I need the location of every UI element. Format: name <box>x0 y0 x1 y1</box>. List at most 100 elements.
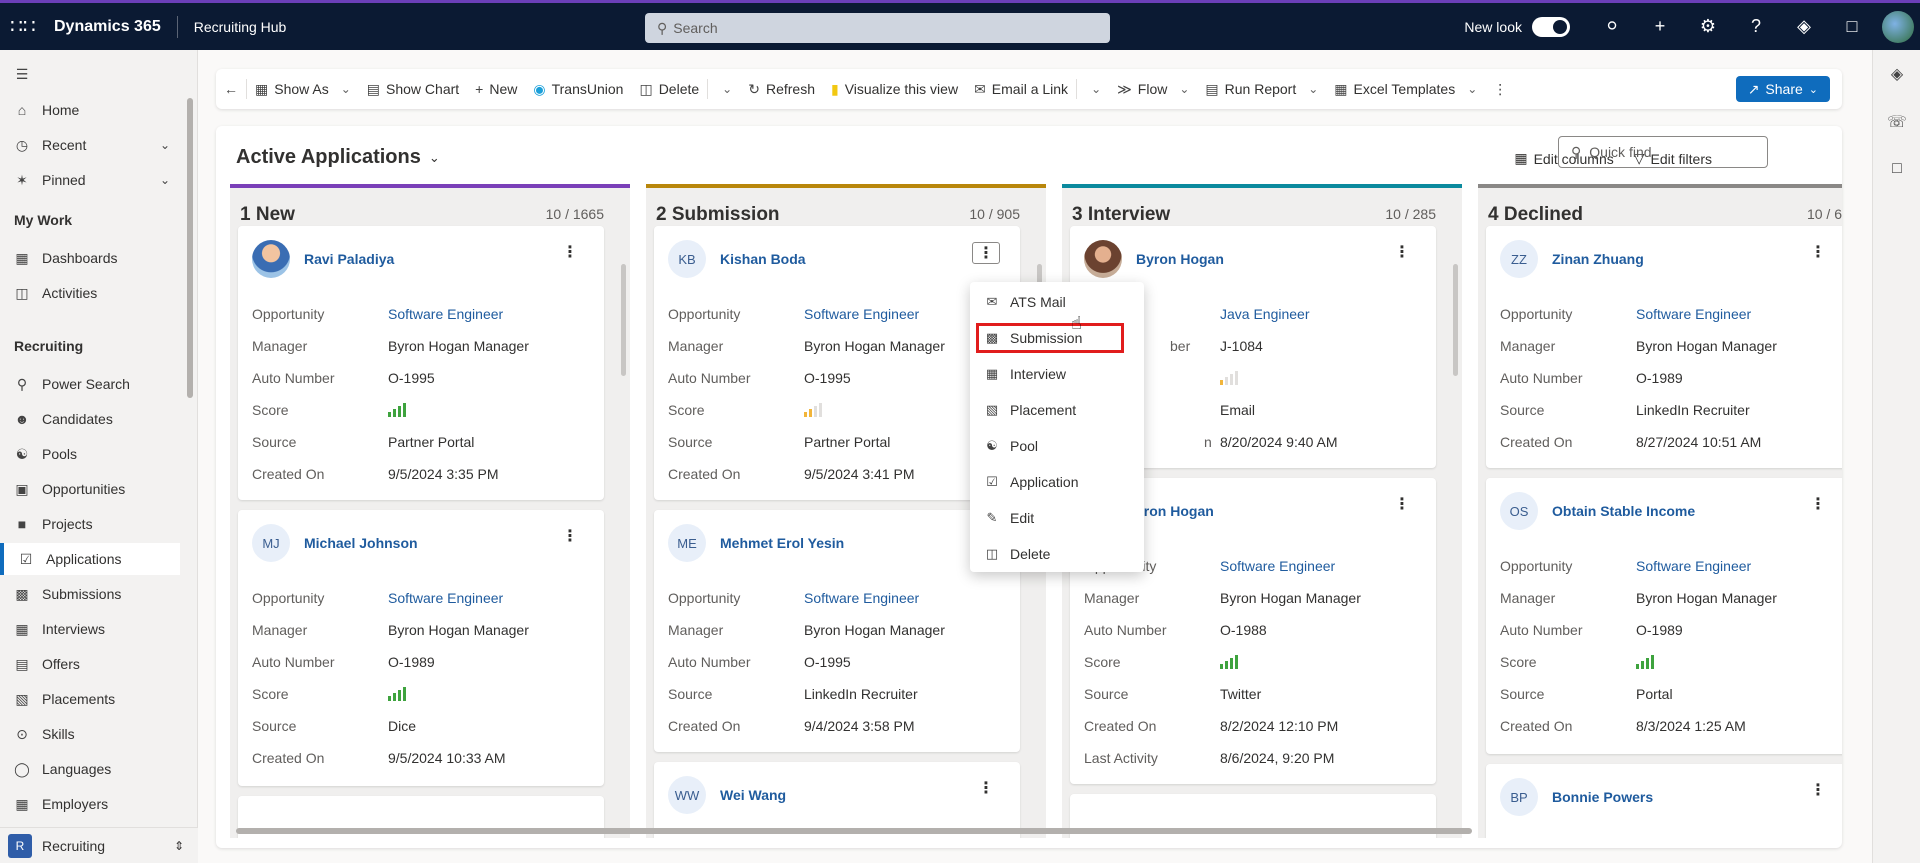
sidebar-item-projects[interactable]: ■ Projects <box>0 508 180 540</box>
sidebar-item-languages[interactable]: ◯ Languages <box>0 753 180 785</box>
horizontal-scrollbar[interactable] <box>236 828 1472 834</box>
chevron-down-icon[interactable]: ⌄ <box>160 173 170 187</box>
candidate-name-link[interactable]: yron Hogan <box>1136 503 1214 519</box>
menu-item-application[interactable]: ☑ Application <box>970 464 1144 500</box>
menu-item-interview[interactable]: ▦ Interview <box>970 356 1144 392</box>
more-vertical-icon[interactable]: ⋮ <box>978 778 994 798</box>
opportunity-link[interactable]: Software Engineer <box>804 306 919 322</box>
new-look-toggle[interactable] <box>1532 16 1570 37</box>
sidebar-item-offers[interactable]: ▤ Offers <box>0 648 180 680</box>
candidate-name-link[interactable]: Mehmet Erol Yesin <box>720 535 844 551</box>
sidebar-item-pools[interactable]: ☯ Pools <box>0 438 180 470</box>
app-launcher-icon[interactable]: ∷∷ <box>0 3 46 50</box>
area-switcher[interactable]: R Recruiting ⇕ <box>0 827 198 863</box>
sidebar-item-employers[interactable]: ▦ Employers <box>0 788 180 820</box>
opportunity-link[interactable]: Software Engineer <box>804 590 919 606</box>
opportunity-link[interactable]: Software Engineer <box>388 590 503 606</box>
transunion-button[interactable]: ◉ TransUnion <box>525 69 631 109</box>
candidate-name-link[interactable]: Kishan Boda <box>720 251 806 267</box>
application-card[interactable]: OS Obtain Stable Income ⋮ Opportunity Soft… <box>1486 478 1842 754</box>
candidate-name-link[interactable]: Byron Hogan <box>1136 251 1224 267</box>
menu-item-placement[interactable]: ▧ Placement <box>970 392 1144 428</box>
more-vertical-icon[interactable]: ⋮ <box>1810 242 1826 262</box>
excel-templates-button[interactable]: ▦ Excel Templates ⌄ <box>1326 69 1485 109</box>
more-vertical-icon[interactable]: ⋮ <box>1394 242 1410 262</box>
lightbulb-icon[interactable]: ⚪ <box>1588 16 1636 37</box>
more-vertical-icon[interactable]: ⋮ <box>972 242 1000 264</box>
quick-find-input[interactable]: ⚲ Quick find <box>1558 136 1768 168</box>
visualize-button[interactable]: ▮ Visualize this view <box>823 69 966 109</box>
opportunity-link[interactable]: Software Engineer <box>388 306 503 322</box>
sidebar-item-recent[interactable]: ◷ Recent ⌄ <box>0 129 180 161</box>
sidebar-item-home[interactable]: ⌂ Home <box>0 94 180 126</box>
show-chart-button[interactable]: ▤ Show Chart <box>359 69 467 109</box>
more-vertical-icon[interactable]: ⋮ <box>562 526 578 546</box>
chat-icon[interactable]: □ <box>1873 160 1920 178</box>
copilot-icon[interactable]: ◈ <box>1780 16 1828 37</box>
sidebar-item-submissions[interactable]: ▩ Submissions <box>0 578 180 610</box>
more-vertical-icon[interactable]: ⋮ <box>562 242 578 262</box>
more-vertical-icon[interactable]: ⋮ <box>1394 494 1410 514</box>
application-card[interactable]: BP Bonnie Powers ⋮ <box>1486 764 1842 838</box>
view-selector[interactable]: Active Applications ⌄ <box>236 146 440 169</box>
menu-item-pool[interactable]: ☯ Pool <box>970 428 1144 464</box>
opportunity-link[interactable]: Software Engineer <box>1636 306 1751 322</box>
menu-item-delete[interactable]: ◫ Delete <box>970 536 1144 572</box>
chevron-down-icon[interactable]: ⌄ <box>160 138 170 152</box>
opportunity-link[interactable]: Software Engineer <box>1636 558 1751 574</box>
sidebar-item-activities[interactable]: ◫ Activities <box>0 277 180 309</box>
email-more-button[interactable]: ⌄ <box>1077 69 1109 109</box>
chat-icon[interactable]: □ <box>1828 16 1876 37</box>
user-avatar[interactable] <box>1882 10 1914 43</box>
sidebar-item-power-search[interactable]: ⚲ Power Search <box>0 368 180 400</box>
new-button[interactable]: + New <box>467 69 525 109</box>
gear-icon[interactable]: ⚙ <box>1684 16 1732 37</box>
sidebar-item-pinned[interactable]: ✶ Pinned ⌄ <box>0 164 180 196</box>
opportunity-link[interactable]: Java Engineer <box>1220 306 1310 322</box>
lane-scrollbar[interactable] <box>621 264 626 376</box>
candidate-name-link[interactable]: Zinan Zhuang <box>1552 251 1644 267</box>
delete-more-button[interactable]: ⌄ <box>708 69 740 109</box>
flow-button[interactable]: ≫ Flow ⌄ <box>1109 69 1197 109</box>
sidebar-item-dashboards[interactable]: ▦ Dashboards <box>0 242 180 274</box>
hamburger-icon[interactable]: ☰ <box>0 58 180 90</box>
sidebar-item-interviews[interactable]: ▦ Interviews <box>0 613 180 645</box>
more-vertical-icon[interactable]: ⋮ <box>1810 494 1826 514</box>
menu-item-submission[interactable]: ▩ Submission <box>976 323 1124 353</box>
sidebar-item-opportunities[interactable]: ▣ Opportunities <box>0 473 180 505</box>
lane-scrollbar[interactable] <box>1453 264 1458 376</box>
menu-item-ats-mail[interactable]: ✉ ATS Mail <box>970 284 1144 320</box>
search-input[interactable]: ⚲ Search <box>645 13 1110 43</box>
help-icon[interactable]: ? <box>1732 16 1780 37</box>
candidate-name-link[interactable]: Obtain Stable Income <box>1552 503 1695 519</box>
application-card[interactable]: KB Kishan Boda ⋮ Opportunity Software Engi… <box>654 226 1020 500</box>
application-card[interactable]: ME Mehmet Erol Yesin Opportunity Software … <box>654 510 1020 752</box>
candidate-name-link[interactable]: Michael Johnson <box>304 535 418 551</box>
copilot-icon[interactable]: ◈ <box>1873 64 1920 84</box>
candidate-name-link[interactable]: Bonnie Powers <box>1552 789 1653 805</box>
sidebar-item-placements[interactable]: ▧ Placements <box>0 683 180 715</box>
menu-item-edit[interactable]: ✎ Edit <box>970 500 1144 536</box>
application-card[interactable]: MJ Michael Johnson ⋮ Opportunity Software … <box>238 510 604 786</box>
candidate-name-link[interactable]: Ravi Paladiya <box>304 251 394 267</box>
phone-icon[interactable]: ☏ <box>1873 112 1920 132</box>
run-report-button[interactable]: ▤ Run Report ⌄ <box>1197 69 1326 109</box>
application-card[interactable]: ZZ Zinan Zhuang ⋮ Opportunity Software Eng… <box>1486 226 1842 468</box>
sidebar-item-skills[interactable]: ⊙ Skills <box>0 718 180 750</box>
application-card[interactable]: Ravi Paladiya ⋮ Opportunity Software Engi… <box>238 226 604 500</box>
sidebar-item-applications[interactable]: ☑ Applications <box>0 543 180 575</box>
sidebar-item-candidates[interactable]: ☻ Candidates <box>0 403 180 435</box>
hub-name[interactable]: Recruiting Hub <box>178 19 287 35</box>
share-button[interactable]: ↗ Share ⌄ <box>1735 76 1830 102</box>
sidebar-scrollbar[interactable] <box>187 98 193 398</box>
show-as-button[interactable]: ▦ Show As ⌄ <box>247 69 359 109</box>
back-button[interactable]: ← <box>216 69 246 109</box>
opportunity-link[interactable]: Software Engineer <box>1220 558 1335 574</box>
refresh-button[interactable]: ↻ Refresh <box>740 69 823 109</box>
application-card[interactable]: WW Wei Wang ⋮ <box>654 762 1020 838</box>
more-commands-button[interactable]: ⋮ <box>1485 69 1515 109</box>
email-link-button[interactable]: ✉ Email a Link <box>966 69 1076 109</box>
plus-icon[interactable]: + <box>1636 16 1684 37</box>
delete-button[interactable]: ◫ Delete <box>631 69 707 109</box>
candidate-name-link[interactable]: Wei Wang <box>720 787 786 803</box>
